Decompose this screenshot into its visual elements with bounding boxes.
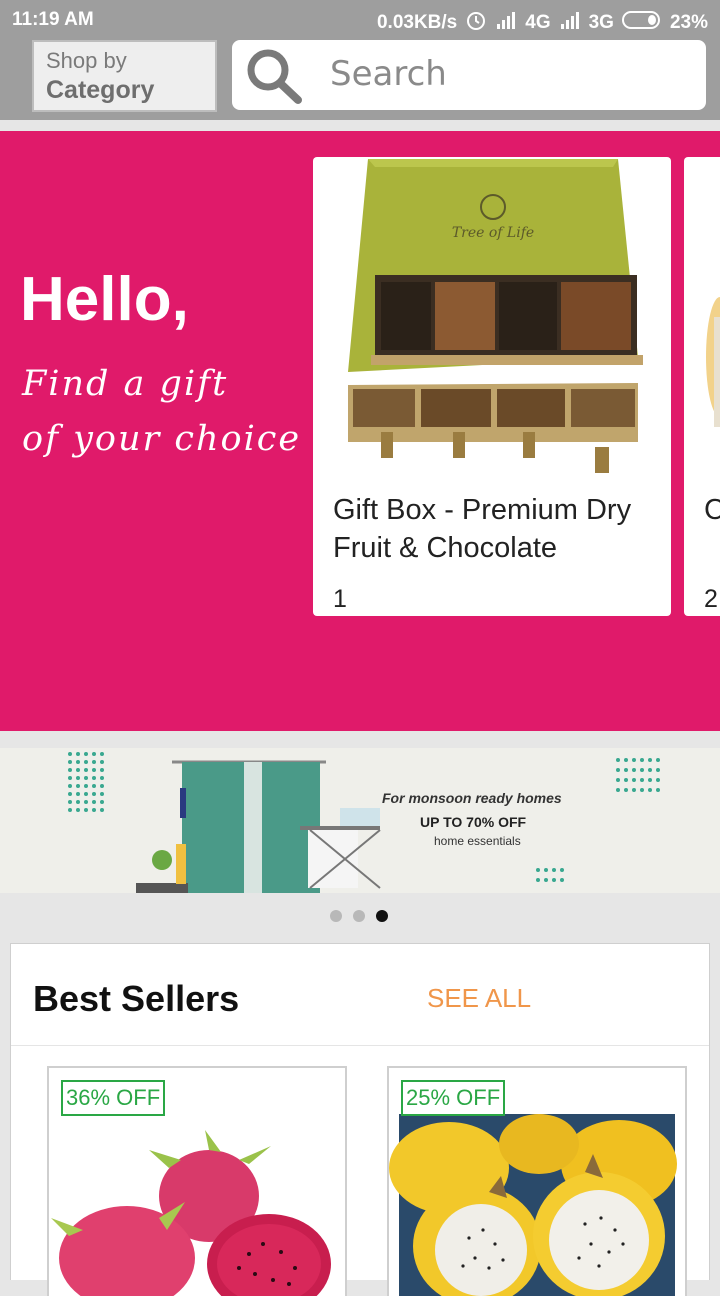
gift-card-name: Gift Box - Premium Dry Fruit & Chocolate xyxy=(333,494,632,564)
search-bar[interactable]: Search xyxy=(232,40,706,110)
hero-tagline-line1: Find a gift xyxy=(22,364,229,404)
carousel-dot[interactable] xyxy=(330,910,342,922)
alarm-icon xyxy=(465,9,487,37)
gift-card-number: 1 xyxy=(333,585,347,613)
hero-greeting: Hello, xyxy=(20,265,189,334)
status-bar: 11:19 AM 0.03KB/s 4G 3G 23% xyxy=(0,0,720,40)
carousel-indicator xyxy=(330,910,388,922)
best-sellers-title: Best Sellers xyxy=(33,978,240,1019)
gift-card-2-name: C F xyxy=(704,494,720,526)
banner-line2: UP TO 70% OFF xyxy=(420,814,527,830)
hero-tagline-line2: of your choice xyxy=(22,419,302,459)
shop-by-label: Shop by xyxy=(46,48,127,73)
gift-box-image: Tree of Life xyxy=(348,159,643,473)
battery-icon xyxy=(621,10,662,36)
shop-by-category-button[interactable]: Shop by Category xyxy=(32,40,217,112)
best-sellers-section: Best Sellers SEE ALL 36% OFF 25% OFF xyxy=(10,943,710,1296)
see-all-link[interactable]: SEE ALL xyxy=(427,983,531,1014)
gift-card-1[interactable]: Tree of Life Gift Box - Premium Dry Frui… xyxy=(313,157,671,616)
banner-line3: home essentials xyxy=(434,834,521,848)
gift-card-2-image xyxy=(706,297,720,427)
product-card-2[interactable]: 25% OFF xyxy=(387,1066,687,1296)
section-divider xyxy=(11,1045,709,1046)
toolbar: Shop by Category Search xyxy=(0,40,720,120)
discount-badge: 25% OFF xyxy=(401,1080,506,1116)
status-time: 11:19 AM xyxy=(12,9,94,30)
signal-icon xyxy=(559,10,581,36)
gift-box-brand: Tree of Life xyxy=(452,225,534,241)
signal-hd-icon xyxy=(495,10,517,36)
network-type-3g: 3G xyxy=(588,12,614,33)
carousel-dot-active[interactable] xyxy=(376,910,388,922)
gift-card-2[interactable]: C F 2 xyxy=(684,157,720,616)
toolbar-divider xyxy=(0,120,720,131)
category-label: Category xyxy=(46,76,155,104)
promo-banner[interactable]: For monsoon ready homes UP TO 70% OFF ho… xyxy=(0,748,720,893)
hero-section: Hello, Find a gift of your choice Tree o… xyxy=(0,131,720,731)
status-indicators: 0.03KB/s 4G 3G 23% xyxy=(377,9,708,37)
carousel-dot[interactable] xyxy=(353,910,365,922)
banner-line1: For monsoon ready homes xyxy=(382,790,562,806)
discount-badge: 36% OFF xyxy=(61,1080,166,1116)
network-speed: 0.03KB/s xyxy=(376,12,458,33)
battery-level: 23% xyxy=(669,12,708,33)
banner-image xyxy=(68,752,660,893)
search-icon xyxy=(242,46,304,104)
gift-card-2-number: 2 xyxy=(704,585,718,613)
network-type-4g: 4G xyxy=(525,12,551,33)
product-card-1[interactable]: 36% OFF xyxy=(47,1066,347,1296)
search-placeholder: Search xyxy=(330,54,447,94)
